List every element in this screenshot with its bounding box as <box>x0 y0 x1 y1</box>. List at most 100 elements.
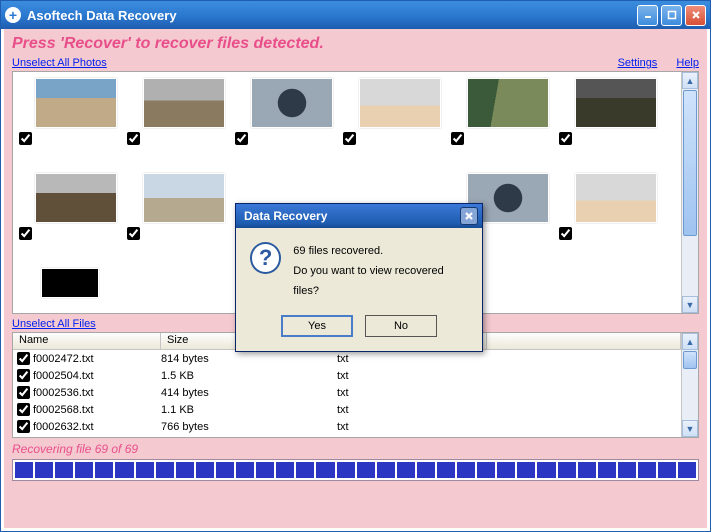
dialog-close-button[interactable] <box>460 207 478 225</box>
scroll-up-icon[interactable]: ▲ <box>682 72 698 89</box>
scroll-thumb[interactable] <box>683 90 697 236</box>
dialog-message-2: Do you want to view recovered files? <box>293 262 468 302</box>
progress-segment <box>156 462 174 478</box>
file-checkbox[interactable] <box>17 352 30 365</box>
photo-thumbnail[interactable] <box>143 173 225 223</box>
photo-thumbnail[interactable] <box>41 268 99 298</box>
close-button[interactable] <box>685 5 706 26</box>
scroll-down-icon[interactable]: ▼ <box>682 420 698 437</box>
app-icon: + <box>5 7 21 23</box>
status-text: Recovering file 69 of 69 <box>12 442 699 456</box>
progress-segment <box>296 462 314 478</box>
file-name: f0002472.txt <box>33 353 161 365</box>
photo-thumbnail[interactable] <box>143 78 225 128</box>
photo-thumbnail[interactable] <box>575 173 657 223</box>
progress-bar <box>12 459 699 481</box>
progress-segment <box>357 462 375 478</box>
file-row[interactable]: f0002568.txt1.1 KBtxt <box>13 401 681 418</box>
progress-segment <box>558 462 576 478</box>
scroll-up-icon[interactable]: ▲ <box>682 333 698 350</box>
unselect-all-files-link[interactable]: Unselect All Files <box>12 318 96 330</box>
photo-thumbnail[interactable] <box>575 78 657 128</box>
photo-checkbox[interactable] <box>19 132 32 145</box>
unselect-all-photos-link[interactable]: Unselect All Photos <box>12 57 107 69</box>
progress-segment <box>216 462 234 478</box>
file-row[interactable]: f0002504.txt1.5 KBtxt <box>13 367 681 384</box>
progress-segment <box>115 462 133 478</box>
progress-segment <box>678 462 696 478</box>
progress-segment <box>15 462 33 478</box>
settings-link[interactable]: Settings <box>618 57 658 69</box>
photo-cell <box>451 78 559 173</box>
photo-cell <box>343 78 451 173</box>
help-link[interactable]: Help <box>676 57 699 69</box>
progress-segment <box>417 462 435 478</box>
top-links-row: Unselect All Photos Settings Help <box>12 57 699 69</box>
photo-thumbnail[interactable] <box>35 78 117 128</box>
file-row[interactable]: f0002472.txt814 bytestxt <box>13 350 681 367</box>
file-extension: txt <box>337 404 487 416</box>
progress-segment <box>136 462 154 478</box>
photo-thumbnail[interactable] <box>251 78 333 128</box>
photo-cell <box>235 78 343 173</box>
progress-segment <box>95 462 113 478</box>
progress-segment <box>337 462 355 478</box>
app-window: + Asoftech Data Recovery Press 'Recover'… <box>0 0 711 532</box>
photo-thumbnail[interactable] <box>359 78 441 128</box>
progress-segment <box>276 462 294 478</box>
progress-segment <box>196 462 214 478</box>
column-name[interactable]: Name <box>13 333 161 349</box>
photo-checkbox[interactable] <box>127 227 140 240</box>
yes-button[interactable]: Yes <box>281 315 353 337</box>
progress-segment <box>75 462 93 478</box>
file-extension: txt <box>337 353 487 365</box>
photos-scrollbar[interactable]: ▲ ▼ <box>681 72 698 313</box>
progress-segment <box>457 462 475 478</box>
file-checkbox[interactable] <box>17 403 30 416</box>
column-blank <box>487 333 681 349</box>
progress-segment <box>638 462 656 478</box>
files-scrollbar[interactable]: ▲ ▼ <box>681 333 698 437</box>
photo-cell <box>127 173 235 268</box>
progress-segment <box>316 462 334 478</box>
photo-checkbox[interactable] <box>451 132 464 145</box>
file-checkbox[interactable] <box>17 369 30 382</box>
dialog-title: Data Recovery <box>244 209 327 223</box>
photo-checkbox[interactable] <box>559 132 572 145</box>
file-row[interactable]: f0002632.txt766 bytestxt <box>13 418 681 435</box>
photo-checkbox[interactable] <box>559 227 572 240</box>
scroll-down-icon[interactable]: ▼ <box>682 296 698 313</box>
photo-cell <box>559 78 667 173</box>
file-size: 766 bytes <box>161 421 337 433</box>
instruction-text: Press 'Recover' to recover files detecte… <box>12 35 699 53</box>
photo-checkbox[interactable] <box>235 132 248 145</box>
file-name: f0002568.txt <box>33 404 161 416</box>
file-extension: txt <box>337 370 487 382</box>
photo-cell <box>127 268 235 313</box>
file-name: f0002536.txt <box>33 387 161 399</box>
minimize-button[interactable] <box>637 5 658 26</box>
maximize-button[interactable] <box>661 5 682 26</box>
file-name: f0002504.txt <box>33 370 161 382</box>
scroll-thumb[interactable] <box>683 351 697 369</box>
photo-checkbox[interactable] <box>127 132 140 145</box>
file-extension: txt <box>337 387 487 399</box>
question-icon: ? <box>250 242 281 274</box>
progress-segment <box>517 462 535 478</box>
file-checkbox[interactable] <box>17 420 30 433</box>
file-size: 1.5 KB <box>161 370 337 382</box>
progress-segment <box>598 462 616 478</box>
photo-thumbnail[interactable] <box>467 78 549 128</box>
file-row[interactable]: f0002536.txt414 bytestxt <box>13 384 681 401</box>
progress-segment <box>578 462 596 478</box>
photo-checkbox[interactable] <box>19 227 32 240</box>
photo-thumbnail[interactable] <box>35 173 117 223</box>
progress-segment <box>256 462 274 478</box>
photo-cell <box>19 173 127 268</box>
no-button[interactable]: No <box>365 315 437 337</box>
photo-checkbox[interactable] <box>343 132 356 145</box>
file-checkbox[interactable] <box>17 386 30 399</box>
progress-segment <box>55 462 73 478</box>
progress-segment <box>176 462 194 478</box>
progress-segment <box>236 462 254 478</box>
